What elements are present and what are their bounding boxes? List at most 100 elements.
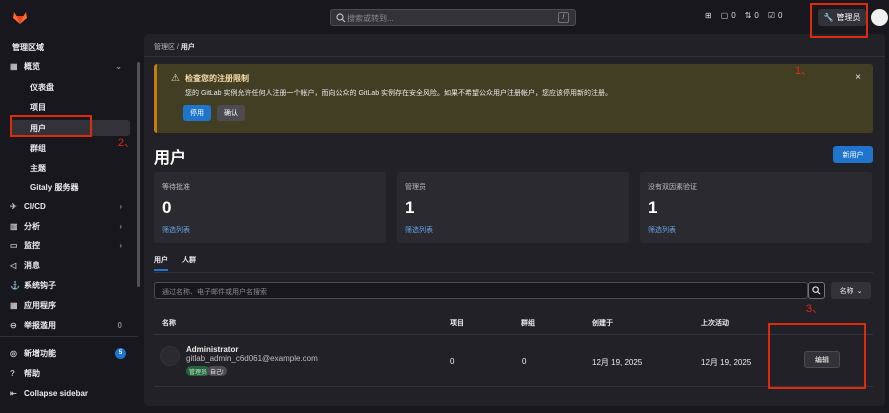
search-button[interactable] [808,282,825,299]
column-header-groups: 群组 [521,320,535,327]
monitor-icon: ▭ [10,240,18,250]
search-box[interactable]: 搜索或转到... / [330,9,576,26]
sidebar-divider [0,336,138,337]
sidebar-item-whats-new[interactable]: ◎ 新增功能 5 [10,345,132,361]
annotation-box-users [10,115,92,137]
sidebar-item-projects[interactable]: 项目 [30,102,46,113]
filter-list-link[interactable]: 筛选列表 [405,225,433,235]
sidebar-item-abuse-reports[interactable]: ⊖ 举报滥用 0 [10,317,132,333]
whats-new-icon: ◎ [10,348,17,358]
collapse-icon: ⇤ [10,388,17,398]
sidebar-item-groups[interactable]: 群组 [30,143,46,154]
sidebar-item-label: 应用程序 [24,300,56,310]
annotation-box-edit [768,323,866,389]
user-avatar[interactable] [871,9,888,26]
close-icon[interactable]: × [855,72,861,83]
create-new-icon[interactable]: ⊞ [705,11,712,20]
deactivate-button[interactable]: 停用 [183,105,211,121]
sidebar-item-cicd[interactable]: ✈ CI/CD › [10,198,132,214]
filter-list-link[interactable]: 筛选列表 [648,225,676,235]
column-header-created: 创建于 [592,320,613,327]
anchor-icon: ⚓ [10,280,20,290]
stat-card-admins: 管理员 1 筛选列表 [397,172,629,243]
sort-label: 名称 [839,287,854,295]
merge-request-icon: ⇅ [744,11,752,20]
search-icon [336,13,346,23]
alert-body: 您的 GitLab 实例允许任何人注册一个帐户，而向公众的 GitLab 实例存… [185,90,613,97]
tab-users[interactable]: 用户 [154,252,168,271]
stat-label: 等待批准 [162,184,190,191]
search-input[interactable]: 通过名称、电子邮件或用户名搜索 [154,282,808,299]
chevron-down-icon: ⌄ [856,287,863,295]
gitlab-logo-icon[interactable] [12,9,28,25]
stat-value: 1 [405,198,415,217]
help-icon: ? [10,368,15,378]
search-shortcut: / [558,12,569,23]
mr-count: 0 [754,11,759,20]
sidebar-item-applications[interactable]: ▦ 应用程序 [10,297,132,313]
abuse-count: 0 [117,320,122,330]
chevron-right-icon: › [119,240,122,250]
todos-button[interactable]: ☑ 0 [768,11,783,20]
merge-requests-button[interactable]: ⇅ 0 [745,11,759,20]
top-icons: ⊞ ▢ 0 ⇅ 0 ☑ 0 [705,11,783,20]
sidebar-item-help[interactable]: ? 帮助 [10,365,132,381]
annotation-box-admin [810,3,868,38]
page-title: 用户 [154,150,187,167]
column-header-last-activity: 上次活动 [701,320,729,327]
warning-icon: ⚠ [171,73,180,84]
breadcrumb-current: 用户 [180,44,195,51]
sidebar-item-label: 消息 [24,260,40,270]
stat-value: 1 [648,198,658,217]
abuse-icon: ⊖ [10,320,17,330]
sidebar-item-gitaly[interactable]: Gitaly 服务器 [30,182,78,193]
breadcrumb-parent[interactable]: 管理区 [154,44,175,51]
projects-count: 0 [450,357,455,366]
breadcrumb: 管理区 / 用户 [154,42,195,52]
collapse-sidebar-button[interactable]: ⇤ Collapse sidebar [10,385,132,401]
sidebar: 管理区域 ▦ 概览 ⌄ 仪表盘 项目 用户 群组 主题 Gitaly 服务器 ✈ CI… [0,34,138,413]
sidebar-item-label: Collapse sidebar [24,388,89,398]
sidebar-item-topics[interactable]: 主题 [30,163,46,174]
user-name[interactable]: Administrator [186,345,238,354]
sidebar-item-label: CI/CD [24,201,46,211]
sidebar-item-monitor[interactable]: ▭ 监控 › [10,237,132,253]
table-header-divider [154,334,873,335]
avatar[interactable] [160,346,180,366]
sidebar-item-system-hooks[interactable]: ⚓ 系统钩子 [10,277,132,293]
alert-title: 检查您的注册限制 [185,74,249,83]
issues-button[interactable]: ▢ 0 [721,11,736,20]
todo-icon: ☑ [767,11,776,20]
filter-list-link[interactable]: 筛选列表 [162,225,190,235]
sidebar-item-dashboard[interactable]: 仪表盘 [30,82,54,93]
sidebar-item-label: 系统钩子 [24,280,56,290]
issues-icon: ▢ [720,11,729,20]
sidebar-item-label: 新增功能 [24,348,56,358]
sidebar-scrollbar[interactable] [137,62,140,287]
sidebar-item-analytics[interactable]: ▥ 分析 › [10,218,132,234]
tabs-divider [154,272,873,273]
confirm-button[interactable]: 确认 [217,105,245,121]
annotation-label-3: 3、 [806,303,824,315]
new-user-button[interactable]: 新用户 [833,146,873,163]
search-placeholder: 通过名称、电子邮件或用户名搜索 [162,289,267,296]
column-header-projects: 项目 [450,320,464,327]
apps-icon: ▦ [10,300,18,310]
stat-value: 0 [162,198,172,217]
chart-icon: ▥ [10,221,18,231]
annotation-label-1: 1、 [795,65,813,77]
user-email: gitlab_admin_c6d061@example.com [186,354,318,363]
top-bar: 搜索或转到... / ⊞ ▢ 0 ⇅ 0 ☑ 0 🔧 管理员 [0,0,889,34]
sidebar-item-label: 帮助 [24,368,40,378]
chevron-right-icon: › [119,221,122,231]
todo-count: 0 [778,11,783,20]
column-header-name: 名称 [162,320,176,327]
sidebar-item-overview[interactable]: ▦ 概览 ⌄ [10,58,132,74]
groups-count: 0 [522,357,527,366]
sidebar-item-label: 分析 [24,221,40,231]
tab-cohorts[interactable]: 人群 [182,252,196,271]
bullhorn-icon: ◁ [10,260,17,270]
tabs: 用户 人群 [154,252,196,271]
sort-dropdown[interactable]: 名称 ⌄ [831,282,871,299]
sidebar-item-messages[interactable]: ◁ 消息 [10,257,132,273]
